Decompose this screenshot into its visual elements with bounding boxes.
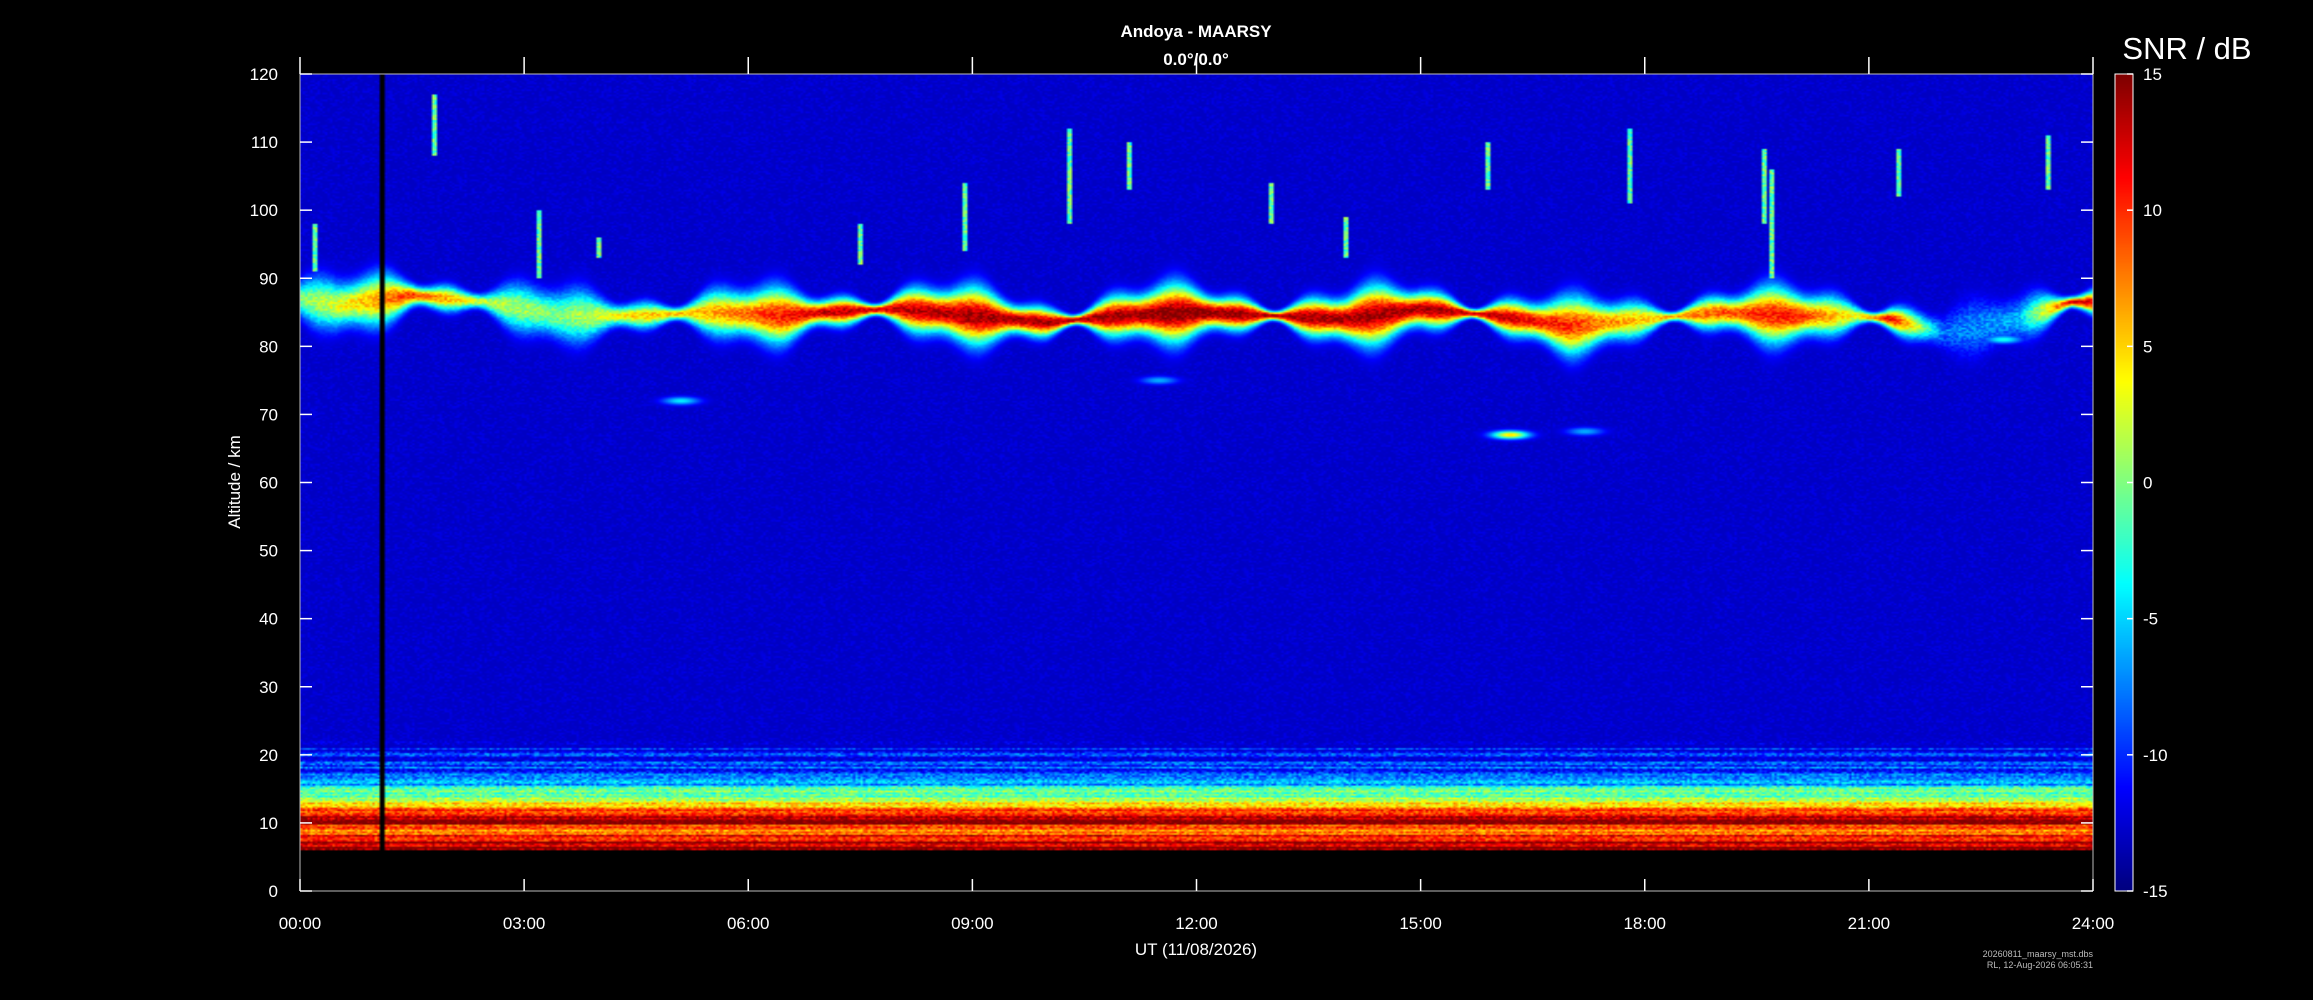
radar-chart: Andoya - MAARSY 0.0°/0.0° 00:0003:0006:0…	[225, 22, 2252, 959]
y-tick-label: 50	[259, 542, 278, 561]
x-tick-label: 21:00	[1848, 914, 1891, 933]
colorbar-label: SNR / dB	[2122, 31, 2251, 66]
y-tick-label: 20	[259, 746, 278, 765]
x-tick-label: 03:00	[503, 914, 546, 933]
y-tick-label: 40	[259, 610, 278, 629]
x-tick-label: 06:00	[727, 914, 770, 933]
colorbar-tick-label: -5	[2143, 610, 2158, 629]
footer-timestamp: RL, 12-Aug-2026 06:05:31	[1986, 960, 2093, 970]
x-tick-label: 00:00	[279, 914, 322, 933]
y-tick-label: 90	[259, 269, 278, 288]
x-tick-label: 15:00	[1399, 914, 1442, 933]
x-axis-label: UT (11/08/2026)	[1135, 940, 1257, 959]
colorbar-tick-label: 0	[2143, 474, 2152, 493]
y-tick-label: 110	[251, 133, 278, 152]
x-tick-label: 12:00	[1175, 914, 1218, 933]
colorbar-tick-label: -15	[2143, 882, 2168, 901]
x-tick-label: 18:00	[1623, 914, 1666, 933]
colorbar-tick-label: 5	[2143, 337, 2152, 356]
y-axis-label: Altitude / km	[225, 435, 244, 529]
colorbar-tick-label: 10	[2143, 201, 2162, 220]
y-tick-label: 120	[250, 65, 278, 84]
y-tick-label: 60	[259, 474, 278, 493]
y-tick-label: 100	[250, 201, 278, 220]
chart-title: Andoya - MAARSY	[1120, 22, 1272, 41]
x-tick-label: 24:00	[2072, 914, 2115, 933]
colorbar-tick-label: -10	[2143, 746, 2168, 765]
y-tick-label: 0	[269, 882, 278, 901]
snr-heatmap	[300, 74, 2093, 891]
y-tick-label: 80	[259, 337, 278, 356]
y-tick-label: 30	[259, 678, 278, 697]
x-tick-label: 09:00	[951, 914, 994, 933]
y-tick-label: 10	[259, 814, 278, 833]
y-tick-label: 70	[259, 405, 278, 424]
footer-filename: 20260811_maarsy_mst.dbs	[1982, 949, 2093, 959]
colorbar-tick-label: 15	[2143, 65, 2162, 84]
